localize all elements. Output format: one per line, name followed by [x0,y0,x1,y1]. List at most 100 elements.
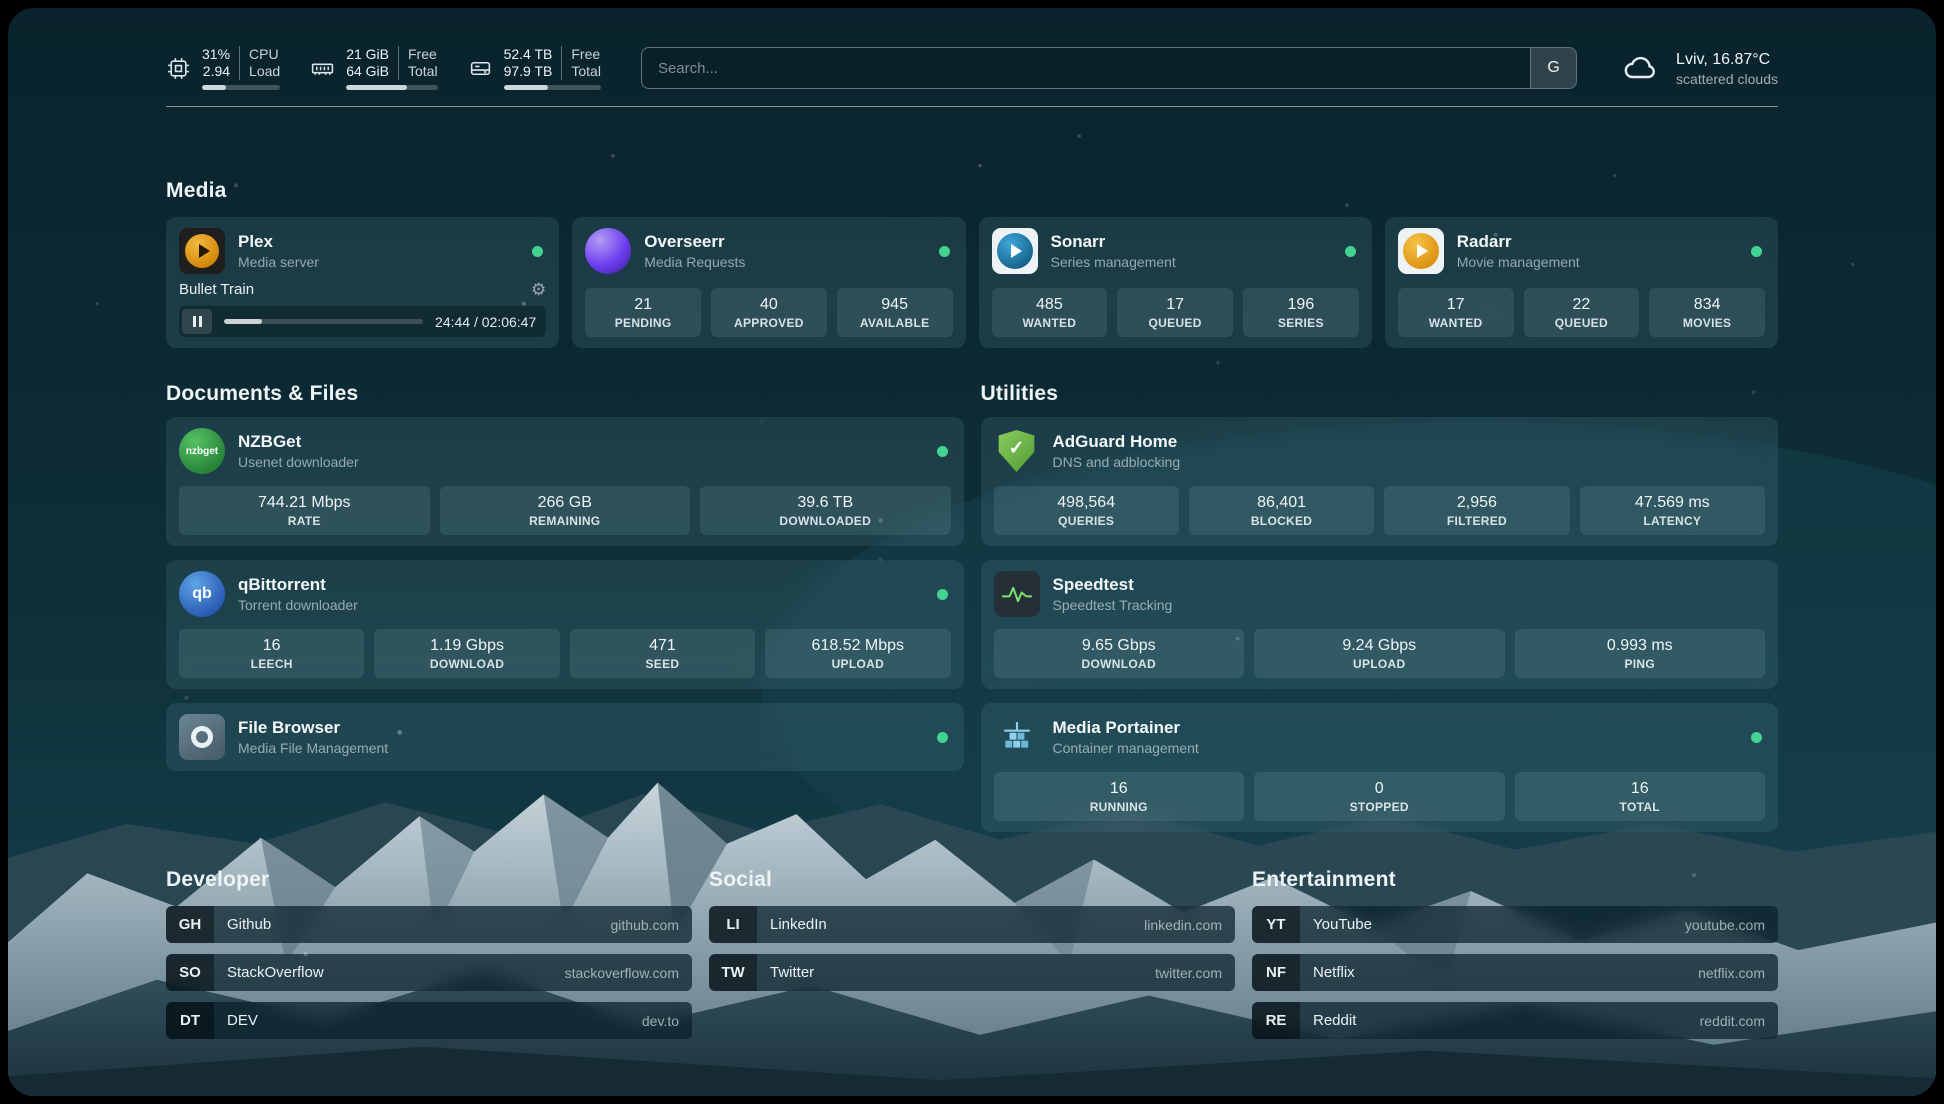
memory-total-label: Total [408,63,438,80]
service-name: qBittorrent [238,574,924,596]
disk-free-label: Free [571,46,601,63]
stat-box: 618.52 MbpsUPLOAD [765,629,950,678]
stat-box: 0.993 msPING [1515,629,1766,678]
service-description: Usenet downloader [238,453,924,471]
bookmarks-developer: Developer GH Github github.com SO StackO… [166,868,692,1039]
search-provider-button[interactable]: G [1530,48,1576,88]
bookmark-url: github.com [611,906,679,943]
top-bar: 31% 2.94 CPU Load [166,8,1778,90]
service-card-overseerr[interactable]: Overseerr Media Requests 21PENDING 40APP… [572,217,965,348]
service-card-qbittorrent[interactable]: qb qBittorrent Torrent downloader 16LEEC… [166,560,964,689]
bookmark-url: youtube.com [1685,906,1765,943]
service-description: DNS and adblocking [1053,453,1766,471]
service-name: Speedtest [1053,574,1766,596]
cpu-percent: 31% [202,46,230,63]
stat-box: 21PENDING [585,288,701,337]
stat-box: 16RUNNING [994,772,1245,821]
weather-location: Lviv, 16.87°C [1676,49,1778,70]
now-playing-title: Bullet Train [179,280,531,299]
service-card-portainer[interactable]: Media Portainer Container management 16R… [981,703,1779,832]
service-card-plex[interactable]: Plex Media server Bullet Train ⚙ 24:44 /… [166,217,559,348]
service-name: Overseerr [644,231,925,253]
weather-widget[interactable]: Lviv, 16.87°C scattered clouds [1617,49,1778,88]
disk-usage-bar [504,85,601,90]
qbittorrent-icon: qb [179,571,225,617]
status-indicator [939,246,950,257]
section-media: Media Plex Media server Bullet Train [166,179,1778,348]
playback-progress-track[interactable] [224,319,423,324]
bookmark-abbr: NF [1252,954,1300,991]
bookmark-netflix[interactable]: NF Netflix netflix.com [1252,954,1778,991]
memory-widget: 21 GiB 64 GiB Free Total [310,46,437,90]
service-card-speedtest[interactable]: Speedtest Speedtest Tracking 9.65 GbpsDO… [981,560,1779,689]
section-documents: Documents & Files nzbget NZBGet Usenet d… [166,382,964,771]
status-indicator [937,589,948,600]
stat-box: 17WANTED [1398,288,1514,337]
section-title-documents: Documents & Files [166,382,964,406]
dashboard-screen: 31% 2.94 CPU Load [8,8,1936,1096]
settings-gear-icon[interactable]: ⚙ [531,280,546,299]
bookmark-twitter[interactable]: TW Twitter twitter.com [709,954,1235,991]
stat-box: 40APPROVED [711,288,827,337]
stat-box: 196SERIES [1243,288,1359,337]
stat-box: 945AVAILABLE [837,288,953,337]
service-card-radarr[interactable]: Radarr Movie management 17WANTED 22QUEUE… [1385,217,1778,348]
service-name: Sonarr [1051,231,1332,253]
disk-total-value: 97.9 TB [504,63,553,80]
cpu-icon [166,56,191,81]
stat-box: 498,564QUERIES [994,486,1179,535]
memory-usage-bar [346,85,437,90]
bookmark-url: netflix.com [1698,954,1765,991]
status-indicator [937,732,948,743]
service-name: AdGuard Home [1053,431,1766,453]
speedtest-icon [994,571,1040,617]
resource-monitors: 31% 2.94 CPU Load [166,46,601,90]
service-description: Torrent downloader [238,596,924,614]
status-indicator [1345,246,1356,257]
service-name: File Browser [238,717,924,739]
bookmark-abbr: YT [1252,906,1300,943]
stat-box: 471SEED [570,629,755,678]
bookmark-reddit[interactable]: RE Reddit reddit.com [1252,1002,1778,1039]
stat-box: 17QUEUED [1117,288,1233,337]
cpu-load-label: Load [249,63,280,80]
section-title-utilities: Utilities [981,382,1779,406]
overseerr-icon [585,228,631,274]
search-input[interactable] [642,48,1530,88]
service-card-filebrowser[interactable]: File Browser Media File Management [166,703,964,771]
section-title-social: Social [709,868,1235,892]
service-description: Series management [1051,253,1332,271]
nzbget-icon-text: nzbget [186,446,218,457]
sonarr-icon [992,228,1038,274]
cpu-usage-bar-fill [202,85,226,90]
stat-box: 16LEECH [179,629,364,678]
section-title-developer: Developer [166,868,692,892]
bookmark-github[interactable]: GH Github github.com [166,906,692,943]
service-name: Radarr [1457,231,1738,253]
stat-box: 9.65 GbpsDOWNLOAD [994,629,1245,678]
bookmark-stackoverflow[interactable]: SO StackOverflow stackoverflow.com [166,954,692,991]
disk-widget: 52.4 TB 97.9 TB Free Total [468,46,601,90]
stat-box: 2,956FILTERED [1384,486,1569,535]
bookmark-dev[interactable]: DT DEV dev.to [166,1002,692,1039]
stat-box: 1.19 GbpsDOWNLOAD [374,629,559,678]
service-card-sonarr[interactable]: Sonarr Series management 485WANTED 17QUE… [979,217,1372,348]
service-card-adguard[interactable]: ✓ AdGuard Home DNS and adblocking 498,56… [981,417,1779,546]
service-card-nzbget[interactable]: nzbget NZBGet Usenet downloader 744.21 M… [166,417,964,546]
bookmark-url: stackoverflow.com [565,954,679,991]
stat-box: 485WANTED [992,288,1108,337]
bookmark-youtube[interactable]: YT YouTube youtube.com [1252,906,1778,943]
weather-condition: scattered clouds [1676,70,1778,88]
radarr-icon [1398,228,1444,274]
bookmarks-social: Social LI LinkedIn linkedin.com TW Twitt… [709,868,1235,991]
service-name: NZBGet [238,431,924,453]
service-name: Media Portainer [1053,717,1739,739]
stat-box: 22QUEUED [1524,288,1640,337]
bookmark-url: linkedin.com [1144,906,1222,943]
status-indicator [1751,732,1762,743]
pause-button[interactable] [182,309,212,334]
stat-box: 0STOPPED [1254,772,1505,821]
stat-box: 834MOVIES [1649,288,1765,337]
playback-progress-fill [224,319,262,324]
bookmark-linkedin[interactable]: LI LinkedIn linkedin.com [709,906,1235,943]
